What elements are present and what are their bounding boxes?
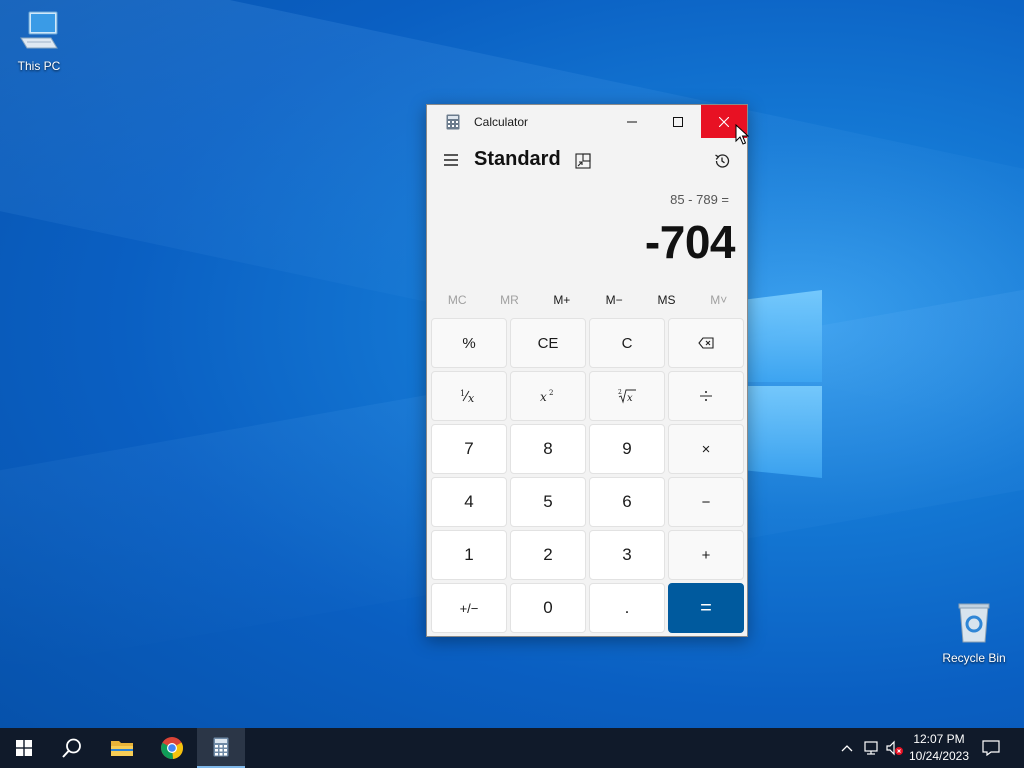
decimal-button[interactable]: . bbox=[589, 583, 665, 633]
equals-button[interactable]: = bbox=[668, 583, 744, 633]
desktop-icon-this-pc[interactable]: This PC bbox=[3, 8, 75, 73]
calculator-window: Calculator Standard 85 - 789 = -704 MC M… bbox=[426, 104, 748, 637]
digit-0-button[interactable]: 0 bbox=[510, 583, 586, 633]
folder-icon bbox=[111, 741, 133, 756]
keypad: % CE C 1 x x 2 2 x 7 8 9 × 4 5 6 − 1 2 3… bbox=[431, 318, 745, 633]
chevron-up-icon bbox=[841, 745, 853, 752]
network-button[interactable] bbox=[860, 728, 882, 768]
desktop-icon-recycle-bin[interactable]: Recycle Bin bbox=[938, 600, 1010, 665]
history-icon[interactable] bbox=[713, 152, 731, 170]
maximize-icon bbox=[673, 116, 683, 127]
svg-text:x: x bbox=[627, 393, 633, 404]
result-display: -704 bbox=[644, 216, 736, 268]
volume-button[interactable] bbox=[884, 728, 906, 768]
hamburger-menu-icon[interactable] bbox=[443, 152, 459, 168]
memory-subtract-button[interactable]: M− bbox=[588, 287, 640, 313]
desktop-icon-label: Recycle Bin bbox=[942, 651, 1006, 665]
reciprocal-icon: 1 x bbox=[460, 389, 475, 404]
svg-text:x: x bbox=[468, 392, 475, 404]
square-root-button[interactable]: 2 x bbox=[589, 371, 665, 421]
digit-6-button[interactable]: 6 bbox=[589, 477, 665, 527]
notification-icon bbox=[982, 740, 1000, 756]
svg-text:2: 2 bbox=[549, 389, 553, 397]
window-title: Calculator bbox=[474, 114, 529, 129]
multiply-button[interactable]: × bbox=[668, 424, 744, 474]
backspace-button[interactable] bbox=[668, 318, 744, 368]
memory-bar: MC MR M+ M− MS M˅ bbox=[431, 287, 745, 313]
calculator-app-icon bbox=[446, 114, 460, 129]
minimize-button[interactable] bbox=[609, 105, 655, 138]
search-button[interactable] bbox=[48, 728, 96, 768]
digit-2-button[interactable]: 2 bbox=[510, 530, 586, 580]
calculator-icon bbox=[213, 737, 229, 757]
search-icon bbox=[62, 738, 81, 758]
percent-button[interactable]: % bbox=[431, 318, 507, 368]
reciprocal-button[interactable]: 1 x bbox=[431, 371, 507, 421]
expression-display: 85 - 789 = bbox=[670, 192, 729, 207]
digit-7-button[interactable]: 7 bbox=[431, 424, 507, 474]
digit-9-button[interactable]: 9 bbox=[589, 424, 665, 474]
clock-time: 12:07 PM bbox=[913, 732, 965, 746]
square-icon: x 2 bbox=[540, 389, 553, 404]
chrome-button[interactable] bbox=[148, 728, 196, 768]
windows-start-icon bbox=[16, 740, 32, 756]
negate-button[interactable]: +/− bbox=[431, 583, 507, 633]
svg-text:x: x bbox=[540, 390, 547, 404]
show-hidden-icons-button[interactable] bbox=[836, 728, 858, 768]
svg-text:1: 1 bbox=[460, 389, 465, 398]
svg-text:2: 2 bbox=[618, 389, 622, 396]
keep-on-top-icon[interactable] bbox=[575, 153, 591, 169]
network-icon bbox=[864, 741, 878, 755]
minimize-icon bbox=[627, 121, 637, 122]
divide-icon bbox=[700, 391, 712, 401]
clear-button[interactable]: C bbox=[589, 318, 665, 368]
title-bar[interactable]: Calculator bbox=[427, 105, 747, 138]
digit-5-button[interactable]: 5 bbox=[510, 477, 586, 527]
square-button[interactable]: x 2 bbox=[510, 371, 586, 421]
mouse-cursor-icon bbox=[735, 124, 749, 145]
calculator-mode-title: Standard bbox=[474, 148, 561, 170]
wallpaper-windows-logo bbox=[748, 290, 822, 480]
memory-store-button[interactable]: MS bbox=[640, 287, 692, 313]
backspace-icon bbox=[698, 337, 714, 349]
calculator-taskbar-button[interactable] bbox=[197, 728, 245, 768]
add-button[interactable]: + bbox=[668, 530, 744, 580]
desktop-icon-label: This PC bbox=[17, 59, 61, 73]
close-icon bbox=[719, 116, 729, 127]
maximize-button[interactable] bbox=[655, 105, 701, 138]
action-center-button[interactable] bbox=[978, 728, 1004, 768]
digit-4-button[interactable]: 4 bbox=[431, 477, 507, 527]
start-button[interactable] bbox=[0, 728, 48, 768]
computer-icon bbox=[20, 11, 58, 49]
calculator-header: Standard bbox=[427, 138, 747, 184]
recycle-bin-icon bbox=[958, 603, 990, 643]
memory-list-button[interactable]: M˅ bbox=[693, 287, 745, 313]
clock-date: 10/24/2023 bbox=[908, 749, 970, 763]
taskbar-clock[interactable]: 12:07 PM 10/24/2023 bbox=[904, 731, 974, 765]
memory-clear-button[interactable]: MC bbox=[431, 287, 483, 313]
volume-muted-icon bbox=[886, 740, 903, 756]
memory-recall-button[interactable]: MR bbox=[483, 287, 535, 313]
digit-3-button[interactable]: 3 bbox=[589, 530, 665, 580]
digit-1-button[interactable]: 1 bbox=[431, 530, 507, 580]
clear-entry-button[interactable]: CE bbox=[510, 318, 586, 368]
square-root-icon: 2 x bbox=[618, 389, 636, 404]
subtract-button[interactable]: − bbox=[668, 477, 744, 527]
taskbar: 12:07 PM 10/24/2023 bbox=[0, 728, 1024, 768]
divide-button[interactable] bbox=[668, 371, 744, 421]
memory-add-button[interactable]: M+ bbox=[536, 287, 588, 313]
chrome-icon bbox=[161, 737, 184, 760]
file-explorer-button[interactable] bbox=[98, 728, 146, 768]
digit-8-button[interactable]: 8 bbox=[510, 424, 586, 474]
